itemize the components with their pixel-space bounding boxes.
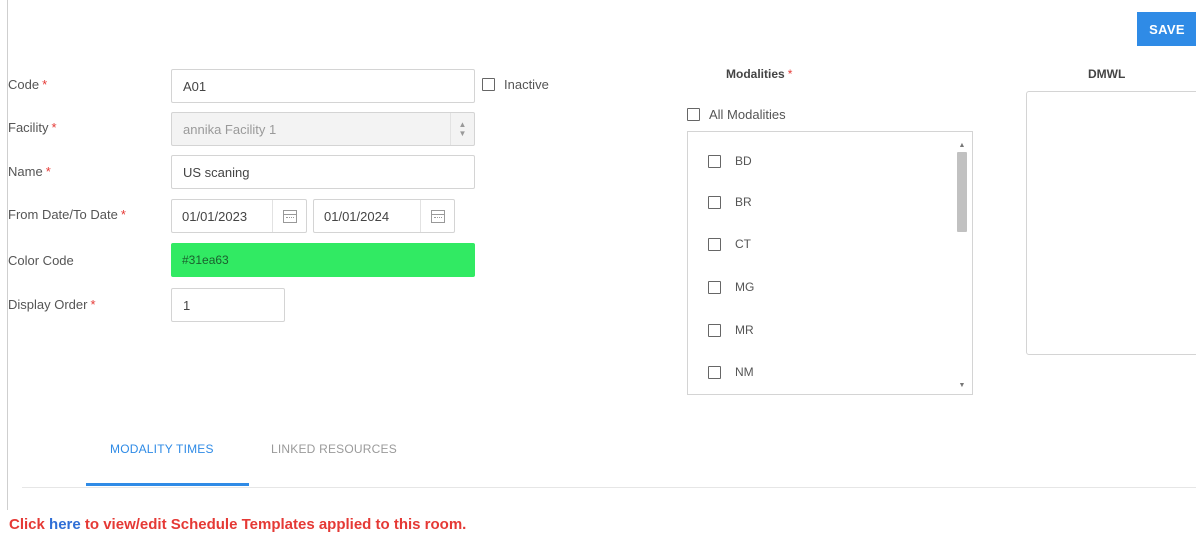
display-order-input[interactable]: 1	[171, 288, 285, 322]
inactive-label: Inactive	[504, 77, 549, 92]
modality-checkbox[interactable]	[708, 280, 721, 294]
display-order-label: Display Order *	[8, 297, 96, 312]
from-date-picker-button[interactable]	[272, 200, 306, 232]
color-code-input[interactable]: #31ea63	[171, 243, 475, 277]
facility-value: annika Facility 1	[183, 121, 277, 137]
required-marker: *	[90, 297, 96, 312]
required-marker: *	[51, 120, 57, 135]
modality-checkbox[interactable]	[708, 323, 721, 337]
all-modalities-label: All Modalities	[709, 107, 786, 122]
active-tab-indicator	[86, 483, 249, 486]
facility-select[interactable]: annika Facility 1 ▲ ▼	[171, 112, 475, 146]
code-label-text: Code	[8, 77, 40, 92]
list-item[interactable]: BR	[708, 195, 752, 209]
scroll-down-arrow-icon[interactable]: ▼	[956, 380, 968, 390]
all-modalities-row[interactable]: All Modalities	[687, 107, 786, 122]
facility-label-text: Facility	[8, 120, 49, 135]
modality-checkbox[interactable]	[708, 195, 721, 209]
inactive-checkbox[interactable]	[482, 78, 495, 91]
modalities-list[interactable]: BD BR CT MG MR NM ▲ ▼	[687, 131, 973, 395]
save-button[interactable]: SAVE	[1137, 12, 1196, 46]
inactive-checkbox-row[interactable]: Inactive	[482, 77, 549, 92]
dates-label: From Date/To Date *	[8, 207, 126, 222]
tab-modality-times[interactable]: MODALITY TIMES	[110, 442, 214, 456]
modality-label: MR	[735, 323, 754, 337]
dmwl-list[interactable]	[1026, 91, 1196, 355]
from-date-input[interactable]: 01/01/2023	[171, 199, 307, 233]
display-order-value: 1	[183, 297, 191, 313]
list-item[interactable]: MR	[708, 323, 754, 337]
notice-prefix: Click	[9, 516, 50, 533]
modality-label: NM	[735, 365, 754, 379]
facility-label: Facility *	[8, 120, 57, 135]
from-date-value: 01/01/2023	[182, 208, 248, 224]
all-modalities-checkbox[interactable]	[687, 108, 700, 121]
modality-checkbox[interactable]	[708, 237, 721, 251]
required-marker: *	[787, 67, 793, 81]
code-label: Code *	[8, 77, 47, 92]
name-label: Name *	[8, 164, 51, 179]
modalities-title-text: Modalities	[726, 67, 785, 81]
modality-label: MG	[735, 280, 755, 294]
display-order-label-text: Display Order	[8, 297, 88, 312]
notice-suffix: to view/edit Schedule Templates applied …	[80, 516, 467, 533]
modality-label: BR	[735, 195, 752, 209]
scroll-thumb[interactable]	[957, 152, 967, 232]
calendar-icon	[282, 209, 297, 223]
tabs-divider	[22, 487, 1196, 488]
modalities-scrollbar[interactable]: ▲ ▼	[956, 140, 968, 390]
modality-label: BD	[735, 154, 752, 168]
code-input[interactable]: A01	[171, 69, 475, 103]
required-marker: *	[42, 77, 48, 92]
name-input[interactable]: US scaning	[171, 155, 475, 189]
color-code-label-text: Color Code	[8, 253, 74, 268]
required-marker: *	[120, 207, 126, 222]
to-date-input[interactable]: 01/01/2024	[313, 199, 455, 233]
list-item[interactable]: MG	[708, 280, 754, 294]
color-code-label: Color Code	[8, 253, 74, 268]
code-value: A01	[183, 78, 207, 94]
name-label-text: Name	[8, 164, 43, 179]
list-item[interactable]: BD	[708, 154, 752, 168]
schedule-templates-link[interactable]: here	[49, 516, 81, 533]
name-value: US scaning	[183, 164, 250, 180]
list-item[interactable]: NM	[708, 365, 754, 379]
scroll-up-arrow-icon[interactable]: ▲	[956, 140, 968, 150]
modalities-title: Modalities *	[726, 67, 792, 81]
calendar-icon	[430, 209, 445, 223]
modality-checkbox[interactable]	[708, 365, 721, 379]
color-code-value: #31ea63	[182, 253, 229, 267]
to-date-value: 01/01/2024	[324, 208, 390, 224]
list-item[interactable]: CT	[708, 237, 751, 251]
schedule-templates-notice: Click here to view/edit Schedule Templat…	[9, 516, 466, 533]
select-arrows-icon: ▲ ▼	[450, 113, 474, 145]
tab-linked-resources[interactable]: LINKED RESOURCES	[271, 442, 397, 456]
dmwl-title: DMWL	[1088, 67, 1126, 81]
dates-label-text: From Date/To Date	[8, 207, 118, 222]
to-date-picker-button[interactable]	[420, 200, 454, 232]
required-marker: *	[45, 164, 51, 179]
modality-label: CT	[735, 237, 751, 251]
modality-checkbox[interactable]	[708, 154, 721, 168]
